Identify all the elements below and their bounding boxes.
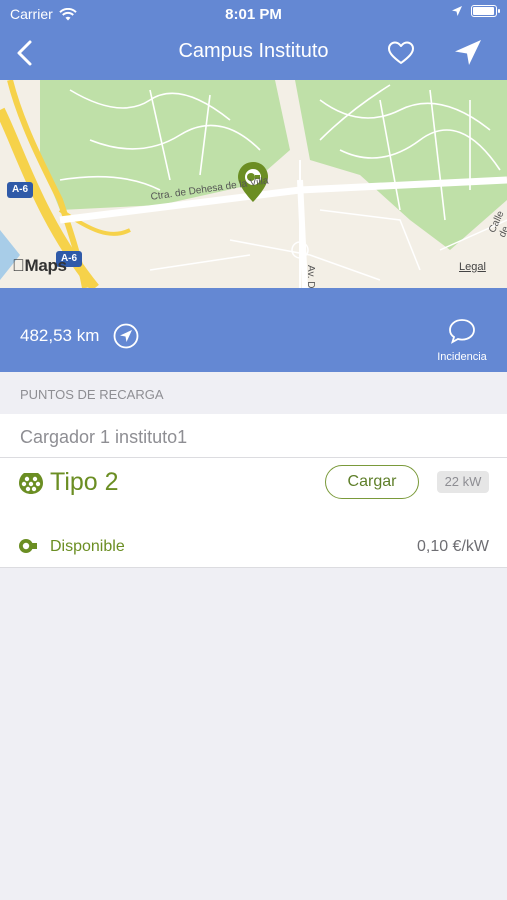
section-header: PUNTOS DE RECARGA [0, 372, 507, 414]
chat-bubble-icon [449, 319, 475, 344]
clock: 8:01 PM [225, 6, 282, 23]
street-label: Av. D [305, 265, 316, 288]
available-plug-icon [19, 539, 37, 553]
incidencia-label: Incidencia [437, 351, 487, 363]
page-title: Campus Instituto [178, 40, 329, 62]
nav-bar: Campus Instituto [0, 28, 507, 78]
navigate-arrow-icon[interactable] [452, 38, 484, 68]
legal-link[interactable]: Legal [459, 261, 486, 273]
type2-plug-icon [19, 473, 43, 494]
info-band: 482,53 km Incidencia [0, 288, 507, 372]
section-title: PUNTOS DE RECARGA [20, 387, 164, 402]
distance-label: 482,53 km [20, 326, 100, 345]
price-label: 0,10 €/kW [416, 538, 489, 555]
charger-name: Cargador 1 instituto1 [20, 427, 188, 447]
location-arrow-icon [452, 6, 462, 16]
status-icons [451, 5, 500, 17]
highway-badge: A-6 [11, 184, 29, 195]
maps-logo-text: Maps [12, 256, 67, 275]
apple-icon:  [12, 256, 25, 275]
favorite-heart-icon[interactable] [386, 38, 416, 68]
apple-maps-logo: Maps [12, 256, 67, 276]
location-arrow-icon[interactable] [113, 323, 139, 349]
incidencia-button[interactable]: Incidencia [432, 318, 492, 363]
power-badge: 22 kW [437, 471, 489, 493]
plug-type-label: Tipo 2 [50, 468, 119, 496]
map-view[interactable]: A-6 A-6 Ctra. de Dehesa de la Villa Av. … [0, 80, 507, 288]
status-bar: Carrier 8:01 PM [0, 0, 507, 28]
plug-row: Tipo 2 Cargar 22 kW Disponible 0,10 €/kW [0, 458, 507, 568]
charger-row[interactable]: Cargador 1 instituto1 [0, 414, 507, 458]
header: Carrier 8:01 PM Campus Instituto [0, 0, 507, 80]
charge-button[interactable]: Cargar [325, 465, 419, 499]
battery-icon [471, 5, 500, 17]
status-label: Disponible [50, 538, 125, 555]
